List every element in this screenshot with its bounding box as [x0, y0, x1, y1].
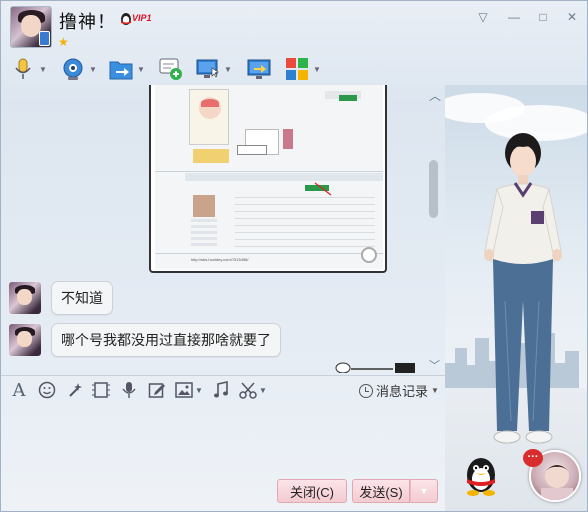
chat-add-icon	[159, 57, 183, 81]
screenshot-content: http://sbs.hooldey.com/7515458/	[155, 85, 383, 269]
folder-transfer-icon	[109, 57, 133, 81]
close-window-button[interactable]: ✕	[563, 8, 581, 26]
send-button[interactable]: 发送(S)	[352, 479, 410, 503]
star-icon[interactable]: ★	[58, 36, 69, 48]
clock-icon	[359, 383, 373, 398]
message-history[interactable]: http://sbs.hooldey.com/7515458/ ︿ 不知道 哪个…	[1, 85, 445, 375]
screenshot-image-message[interactable]: http://sbs.hooldey.com/7515458/	[149, 85, 387, 273]
partial-sticker-image	[335, 362, 415, 373]
send-options-dropdown[interactable]: ▼	[410, 479, 438, 503]
create-group-button[interactable]	[159, 55, 183, 83]
collapse-up-icon[interactable]: ︿	[429, 87, 441, 104]
screenshot-caption: http://sbs.hooldey.com/7515458/	[191, 257, 249, 262]
chevron-down-icon[interactable]: ▼	[89, 65, 97, 74]
video-clip-icon[interactable]	[91, 380, 111, 400]
chat-window: 撸神！ VIP1 ★ ▽ — □ ✕ ▼ ▼ ▼ ▼ ▼ http://sbs.…	[0, 0, 588, 512]
qq-show-character[interactable]	[475, 131, 570, 461]
collapse-down-icon[interactable]: ﹀	[429, 357, 440, 373]
list-item: 哪个号我都没用过直接那啥就要了	[9, 323, 281, 357]
chevron-down-icon[interactable]: ▼	[259, 386, 267, 395]
message-history-button[interactable]: 消息记录 ▼	[359, 381, 439, 400]
message-bubble: 不知道	[51, 281, 113, 315]
video-call-button[interactable]: ▼	[61, 55, 97, 83]
message-bubble: 哪个号我都没用过直接那啥就要了	[51, 323, 281, 357]
minimize-button[interactable]: —	[505, 8, 523, 26]
font-icon[interactable]: A	[9, 380, 29, 401]
message-input[interactable]	[1, 403, 445, 477]
edit-icon[interactable]	[147, 380, 167, 400]
zoom-in-icon[interactable]	[361, 247, 377, 263]
qq-penguin-icon[interactable]	[459, 453, 503, 497]
chat-toolbar: ▼ ▼ ▼ ▼ ▼	[1, 53, 587, 85]
notification-badge[interactable]: ···	[523, 449, 543, 467]
avatar[interactable]	[9, 324, 41, 356]
chevron-down-icon[interactable]: ▼	[195, 386, 203, 395]
apps-button[interactable]: ▼	[285, 55, 321, 83]
remote-assist-button[interactable]: ▼	[196, 55, 232, 83]
input-toolbar: A ▼ ▼ 消息记录 ▼	[1, 375, 445, 403]
mobile-online-icon	[39, 31, 50, 46]
webcam-icon	[61, 57, 85, 81]
microphone-icon	[11, 57, 35, 81]
image-button[interactable]: ▼	[173, 380, 205, 400]
send-file-button[interactable]: ▼	[109, 55, 145, 83]
qq-penguin-badge-icon	[121, 13, 131, 25]
vip-badge[interactable]: VIP1	[132, 13, 152, 23]
emoji-icon[interactable]	[37, 380, 57, 400]
chevron-down-icon[interactable]: ▼	[39, 65, 47, 74]
magic-wand-icon[interactable]	[65, 380, 85, 400]
voice-message-icon[interactable]	[119, 380, 139, 400]
list-item: 不知道	[9, 281, 113, 315]
screenshot-button[interactable]: ▼	[237, 380, 269, 400]
apps-grid-icon	[285, 57, 309, 81]
chevron-down-icon[interactable]: ▼	[313, 65, 321, 74]
music-icon[interactable]	[211, 380, 231, 400]
close-button[interactable]: 关闭(C)	[277, 479, 347, 503]
chevron-down-icon[interactable]: ▼	[431, 386, 439, 395]
window-menu-dropdown-icon[interactable]: ▽	[474, 8, 492, 26]
voice-call-button[interactable]: ▼	[11, 55, 47, 83]
title-bar: 撸神！ VIP1 ★ ▽ — □ ✕	[1, 1, 587, 53]
contact-avatar[interactable]	[10, 6, 52, 48]
contact-nickname[interactable]: 撸神！	[59, 8, 116, 34]
qq-show-panel	[445, 85, 587, 511]
remote-desktop-icon	[196, 57, 220, 81]
chat-scrollbar[interactable]	[429, 160, 438, 218]
avatar[interactable]	[9, 282, 41, 314]
screen-share-icon	[247, 57, 271, 81]
chevron-down-icon[interactable]: ▼	[137, 65, 145, 74]
maximize-button[interactable]: □	[534, 8, 552, 26]
chevron-down-icon[interactable]: ▼	[224, 65, 232, 74]
history-label: 消息记录	[376, 384, 429, 399]
share-screen-button[interactable]	[247, 55, 271, 83]
